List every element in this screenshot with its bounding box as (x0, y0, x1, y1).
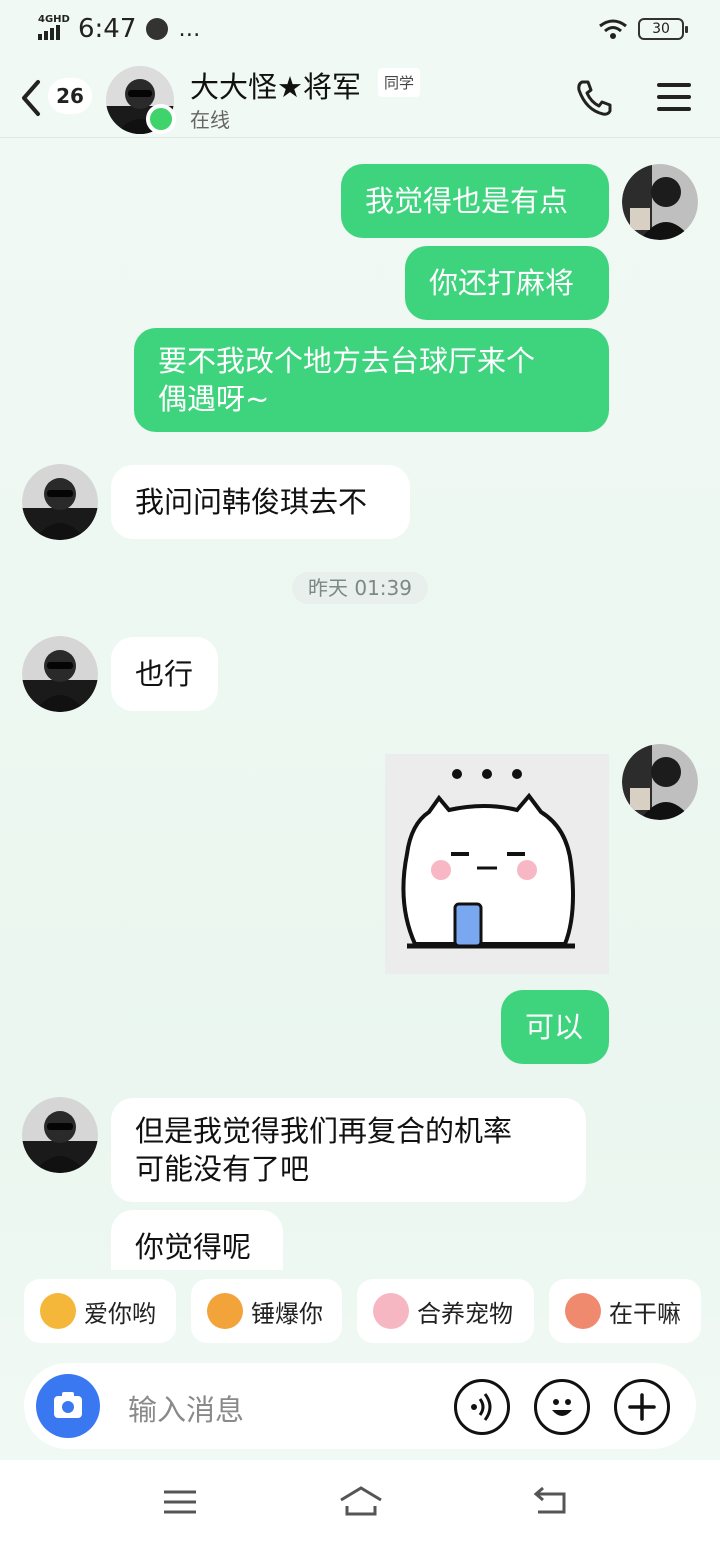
timestamp-separator: 昨天 01:39 (292, 572, 428, 604)
doing-emoji-icon (565, 1293, 601, 1329)
voice-icon (471, 1393, 492, 1421)
message-input-bar: 输入消息 (24, 1363, 696, 1449)
voice-button[interactable] (454, 1379, 510, 1435)
quick-reply-label: 在干嘛 (609, 1299, 681, 1328)
quick-reply-label: 爱你哟 (84, 1299, 156, 1328)
status-time: 6:47 (78, 14, 137, 44)
message-bubble-incoming[interactable]: 也行 (111, 637, 218, 711)
system-navigation-bar (0, 1460, 720, 1544)
plus-icon (628, 1393, 656, 1421)
hammer-emoji-icon (207, 1293, 243, 1329)
my-avatar[interactable] (622, 164, 698, 240)
message-bubble-incoming[interactable]: 我问问韩俊琪去不 (111, 465, 410, 539)
plus-button[interactable] (614, 1379, 670, 1435)
contact-status: 在线 (190, 108, 230, 132)
message-text: 也行 (135, 657, 194, 691)
message-text: 可能没有了吧 (135, 1152, 310, 1186)
chat-screen: 4GHD 6:47 … 30 26 大大怪★将军 同学 在线 我觉得也是有点 你… (0, 0, 720, 1544)
wifi-icon (599, 19, 627, 39)
notification-icon (146, 18, 169, 40)
quick-reply-chip[interactable]: 爱你哟 (24, 1279, 176, 1343)
camera-icon (54, 1392, 82, 1418)
more-notifications: … (178, 16, 202, 42)
quick-reply-chip[interactable]: 合养宠物 (357, 1279, 534, 1343)
heart-eyes-emoji-icon (40, 1293, 76, 1329)
back-icon[interactable] (16, 78, 46, 118)
message-text: 偶遇呀~ (158, 382, 270, 416)
message-bubble-outgoing[interactable]: 你还打麻将 (405, 246, 609, 320)
quick-reply-label: 合养宠物 (417, 1299, 513, 1328)
emoji-icon (552, 1399, 572, 1416)
contact-avatar[interactable] (22, 464, 98, 540)
contact-name[interactable]: 大大怪★将军 (190, 64, 361, 106)
message-bubble-incoming[interactable]: 但是我觉得我们再复合的机率 可能没有了吧 (111, 1098, 586, 1202)
message-text: 但是我觉得我们再复合的机率 (135, 1114, 513, 1148)
message-bubble-outgoing[interactable]: 要不我改个地方去台球厅来个 偶遇呀~ (134, 328, 609, 432)
nav-back-icon[interactable] (530, 1482, 570, 1522)
message-bubble-incoming[interactable]: 你觉得呢 (111, 1210, 283, 1270)
camera-button[interactable] (36, 1374, 100, 1438)
relation-tag: 同学 (378, 68, 421, 97)
my-avatar[interactable] (622, 744, 698, 820)
message-text: 我觉得也是有点 (365, 184, 569, 218)
message-text: 你还打麻将 (429, 266, 575, 300)
battery-level: 30 (652, 21, 670, 37)
nav-home-icon[interactable] (338, 1482, 384, 1522)
quick-reply-bar: 爱你哟 锤爆你 合养宠物 在干嘛 (24, 1279, 720, 1343)
quick-reply-label: 锤爆你 (251, 1299, 323, 1328)
message-bubble-outgoing[interactable]: 我觉得也是有点 (341, 164, 609, 238)
network-type: 4GHD (38, 14, 70, 25)
sticker-image[interactable] (385, 754, 609, 974)
contact-avatar[interactable] (22, 636, 98, 712)
message-text: 你觉得呢 (135, 1230, 252, 1264)
contact-avatar[interactable] (22, 1097, 98, 1173)
online-indicator (146, 104, 176, 134)
battery-icon: 30 (638, 18, 688, 40)
phone-icon[interactable] (574, 78, 614, 118)
message-bubble-outgoing[interactable]: 可以 (501, 990, 609, 1064)
message-text: 我问问韩俊琪去不 (135, 485, 368, 519)
pet-emoji-icon (373, 1293, 409, 1329)
signal-icon: 4GHD (36, 14, 70, 44)
message-text: 可以 (525, 1010, 584, 1044)
nav-menu-icon[interactable] (160, 1482, 200, 1522)
message-text: 要不我改个地方去台球厅来个 (158, 344, 536, 378)
emoji-button[interactable] (534, 1379, 590, 1435)
unread-count-badge[interactable]: 26 (48, 78, 92, 114)
quick-reply-chip[interactable]: 在干嘛 (549, 1279, 701, 1343)
quick-reply-chip[interactable]: 锤爆你 (191, 1279, 342, 1343)
menu-icon[interactable] (654, 80, 694, 114)
message-input[interactable]: 输入消息 (128, 1387, 244, 1429)
status-bar: 4GHD 6:47 … 30 (0, 0, 720, 58)
chat-header: 26 大大怪★将军 同学 在线 (0, 58, 720, 138)
